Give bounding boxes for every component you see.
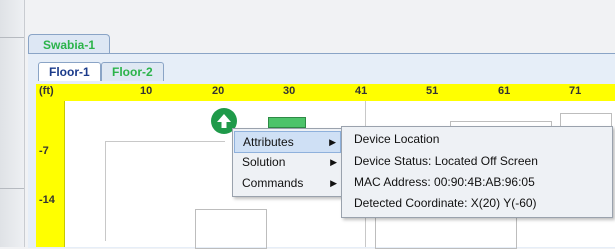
- ruler-tick: -7: [39, 145, 49, 157]
- horizontal-ruler: (ft) 10 20 30 41 51 61 71: [36, 84, 615, 102]
- tab-floor-2[interactable]: Floor-2: [101, 62, 164, 81]
- vertical-ruler: -7 -14: [36, 101, 65, 247]
- left-panel-strip: [0, 0, 25, 247]
- device-tag[interactable]: [268, 117, 306, 128]
- up-arrow-icon-glyph: [217, 114, 231, 128]
- floor-plan-wall: [105, 141, 225, 142]
- divider: [0, 37, 24, 38]
- ruler-tick: -14: [39, 194, 55, 206]
- ruler-unit-label: (ft): [39, 85, 54, 97]
- menu-item-commands[interactable]: Commands ▶: [234, 173, 341, 193]
- menu-item-label: Attributes: [243, 135, 294, 149]
- ruler-tick: 61: [498, 85, 511, 97]
- submenu-arrow-icon: ▶: [330, 157, 337, 167]
- context-menu: Attributes ▶ Solution ▶ Commands ▶: [232, 128, 343, 197]
- submenu-item-device-status[interactable]: Device Status: Located Off Screen: [354, 151, 538, 171]
- ruler-tick: 51: [426, 85, 439, 97]
- menu-item-label: Solution: [242, 155, 286, 169]
- ruler-tick: 10: [140, 85, 153, 97]
- site-tab[interactable]: Swabia-1: [28, 34, 111, 55]
- ruler-tick: 71: [569, 85, 582, 97]
- submenu-item-mac-address[interactable]: MAC Address: 00:90:4B:AB:96:05: [354, 172, 535, 192]
- submenu-item-device-location[interactable]: Device Location: [354, 129, 439, 149]
- floor-plan-wall: [105, 141, 106, 241]
- ruler-tick: 41: [355, 85, 368, 97]
- menu-item-attributes[interactable]: Attributes ▶: [234, 131, 341, 153]
- divider: [0, 188, 24, 189]
- ruler-tick: 20: [212, 85, 225, 97]
- submenu-item-detected-coordinate[interactable]: Detected Coordinate: X(20) Y(-60): [354, 193, 537, 213]
- tab-floor-1[interactable]: Floor-1: [38, 62, 101, 81]
- menu-item-solution[interactable]: Solution ▶: [234, 152, 341, 172]
- attributes-submenu: Device Location Device Status: Located O…: [341, 126, 613, 218]
- submenu-arrow-icon: ▶: [330, 178, 337, 188]
- menu-item-label: Commands: [242, 176, 304, 190]
- ruler-tick: 30: [283, 85, 296, 97]
- submenu-arrow-icon: ▶: [329, 137, 336, 147]
- floor-plan-room: [195, 209, 267, 249]
